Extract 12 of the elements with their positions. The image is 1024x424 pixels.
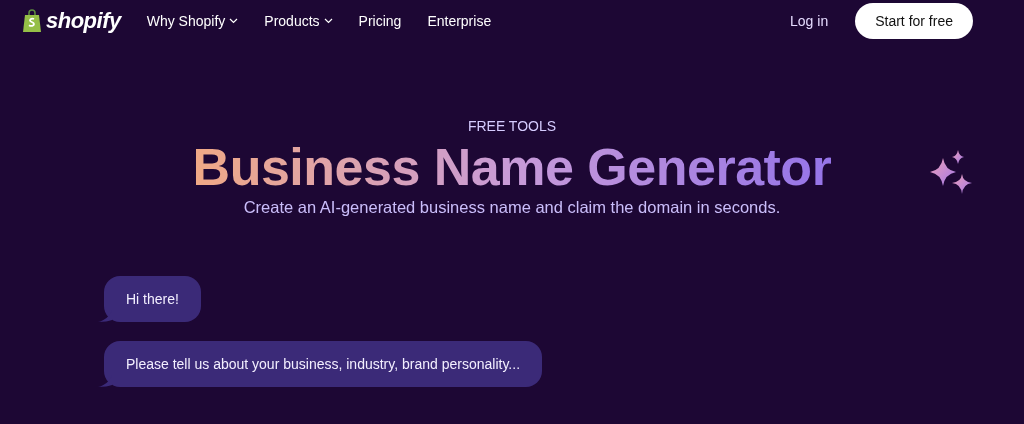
chevron-down-icon	[229, 18, 239, 24]
logo[interactable]: shopify	[46, 8, 121, 34]
start-button[interactable]: Start for free	[855, 3, 973, 39]
eyebrow: FREE TOOLS	[467, 118, 557, 134]
login-link[interactable]: Log in	[790, 13, 829, 29]
shopping-bag-icon	[22, 9, 42, 33]
nav-link[interactable]: Products	[264, 13, 333, 29]
nav-link[interactable]: Enterprise	[427, 13, 492, 29]
nav-link[interactable]: Why Shopify	[146, 13, 239, 29]
chevron-down-icon	[323, 18, 333, 24]
subtitle: Create an AI-generated business name and claim the domain in seconds.	[243, 198, 781, 217]
nav-link[interactable]: Pricing	[358, 13, 402, 29]
